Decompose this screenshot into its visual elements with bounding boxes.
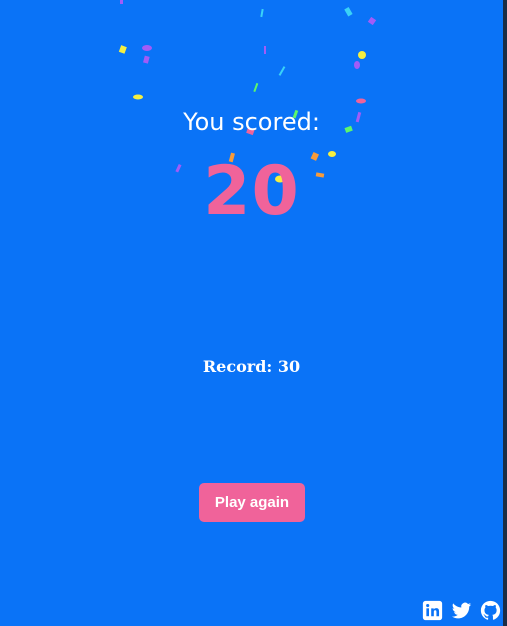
confetti-piece — [344, 7, 353, 17]
github-link[interactable] — [480, 600, 501, 621]
social-links — [422, 600, 501, 621]
twitter-icon — [451, 602, 472, 619]
confetti-piece — [253, 82, 259, 93]
github-icon — [480, 600, 501, 620]
confetti-piece — [260, 8, 264, 18]
confetti-piece — [367, 16, 377, 26]
linkedin-link[interactable] — [422, 600, 443, 621]
confetti-piece — [118, 45, 127, 54]
score-heading: You scored: — [183, 108, 320, 136]
confetti-animation — [118, 0, 377, 183]
confetti-piece — [358, 51, 366, 59]
confetti-piece — [328, 151, 336, 157]
linkedin-icon — [422, 600, 443, 621]
window-edge — [503, 0, 507, 626]
twitter-link[interactable] — [451, 600, 472, 621]
confetti-piece — [143, 55, 150, 64]
score-value: 20 — [203, 152, 300, 231]
play-again-button[interactable]: Play again — [199, 483, 305, 522]
confetti-piece — [120, 0, 123, 4]
confetti-piece — [354, 61, 360, 69]
record-text: Record: 30 — [202, 357, 301, 376]
confetti-piece — [278, 66, 286, 76]
confetti-piece — [133, 94, 143, 100]
confetti-piece — [142, 45, 152, 51]
confetti-piece — [264, 46, 266, 54]
confetti-piece — [356, 98, 366, 104]
